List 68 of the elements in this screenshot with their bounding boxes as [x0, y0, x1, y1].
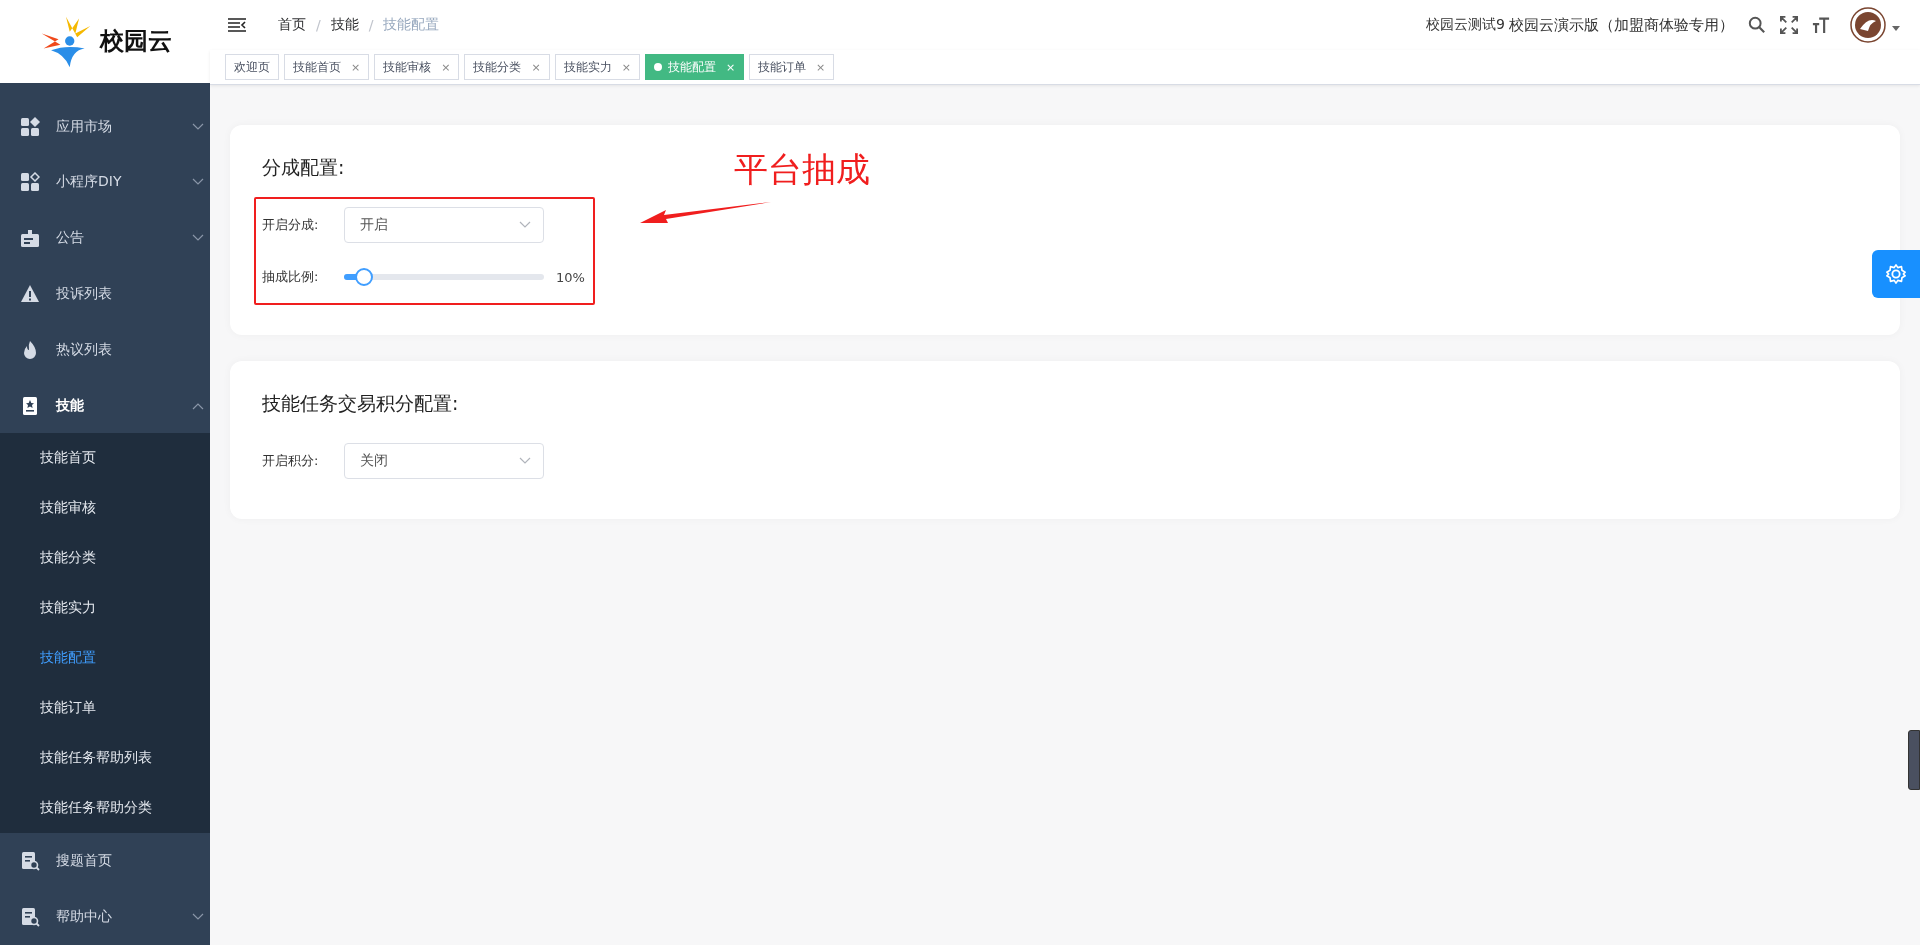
tab-close-button[interactable]: ×	[531, 60, 541, 74]
card-title: 技能任务交易积分配置:	[262, 391, 459, 416]
tab-close-button[interactable]: ×	[816, 60, 826, 74]
page-tab[interactable]: 技能订单 ×	[749, 54, 835, 80]
organization-name: 校园云演示版（加盟商体验专用）	[1509, 15, 1734, 35]
submenu-item[interactable]: 技能订单	[0, 683, 210, 734]
sidebar-item[interactable]: 公告	[0, 210, 210, 267]
chevron-icon	[192, 122, 204, 131]
sidebar-item[interactable]: 小程序DIY	[0, 154, 210, 211]
submenu-item[interactable]: 技能分类	[0, 533, 210, 584]
menu-icon	[20, 228, 40, 249]
chevron-icon	[192, 234, 204, 243]
select-field[interactable]: 开启	[344, 207, 544, 243]
breadcrumb-separator: /	[316, 17, 321, 33]
sidebar-item[interactable]: 搜题首页	[0, 833, 210, 890]
submenu-item[interactable]: 技能首页	[0, 433, 210, 484]
search-icon[interactable]	[1748, 16, 1766, 34]
chevron-down-icon	[519, 457, 531, 465]
chevron-down-icon	[519, 221, 531, 229]
page-tab[interactable]: 技能审核 ×	[374, 54, 460, 80]
breadcrumb-link[interactable]: 技能	[330, 16, 359, 34]
settings-button[interactable]	[1872, 250, 1920, 298]
submenu-item[interactable]: 技能审核	[0, 483, 210, 534]
page-tab[interactable]: 技能实力 ×	[554, 54, 640, 80]
fullscreen-icon[interactable]	[1780, 16, 1798, 34]
menu-icon	[20, 395, 40, 416]
menu-icon	[20, 116, 40, 137]
submenu-item[interactable]: 技能配置	[0, 633, 210, 684]
select-field[interactable]: 关闭	[344, 443, 544, 479]
submenu-item[interactable]: 技能任务帮助分类	[0, 783, 210, 834]
slider-thumb[interactable]	[355, 268, 373, 286]
settings-icon	[1885, 263, 1907, 285]
menu-fold-icon[interactable]	[228, 18, 246, 32]
chevron-icon	[192, 913, 204, 922]
breadcrumb-separator: /	[368, 17, 374, 33]
breadcrumb-link[interactable]: 首页	[278, 16, 306, 34]
menu-icon	[20, 283, 40, 304]
submenu-item[interactable]: 技能任务帮助列表	[0, 733, 210, 784]
dropdown-caret-icon[interactable]	[1892, 26, 1900, 31]
submenu-item[interactable]: 技能实力	[0, 583, 210, 634]
chevron-icon	[192, 178, 204, 187]
tab-close-button[interactable]: ×	[441, 60, 451, 74]
menu-icon	[20, 851, 40, 872]
page-tab[interactable]: 技能分类 ×	[464, 54, 550, 80]
sidebar-item[interactable]: 投诉列表	[0, 266, 210, 322]
form-label: 抽成比例:	[262, 268, 320, 286]
account-name: 校园云测试9	[1426, 16, 1505, 34]
form-label: 开启积分:	[262, 452, 320, 470]
menu-icon	[20, 172, 40, 193]
tab-close-button[interactable]: ×	[621, 60, 631, 74]
page-tab[interactable]: 欢迎页	[225, 54, 279, 80]
active-dot-icon	[653, 63, 662, 71]
slider-value: 10%	[556, 269, 585, 285]
sidebar-item[interactable]: 应用市场	[0, 98, 210, 155]
sidebar-item[interactable]: 热议列表	[0, 321, 210, 378]
chevron-icon	[192, 401, 204, 410]
level-meter-drawing	[1908, 730, 1920, 790]
menu-icon	[20, 907, 40, 928]
annotation-text: 平台抽成	[734, 148, 870, 191]
avatar-emblem[interactable]	[1850, 7, 1886, 43]
logo-text: 校园云	[100, 26, 172, 58]
font-size-icon[interactable]	[1812, 16, 1830, 34]
page-tab[interactable]: 技能首页 ×	[284, 54, 370, 80]
sidebar-item[interactable]: 技能	[0, 377, 210, 434]
card-title: 分成配置:	[262, 155, 345, 180]
form-label: 开启分成:	[262, 216, 320, 234]
tab-close-button[interactable]: ×	[351, 60, 361, 74]
sidebar-item[interactable]: 帮助中心	[0, 889, 210, 945]
